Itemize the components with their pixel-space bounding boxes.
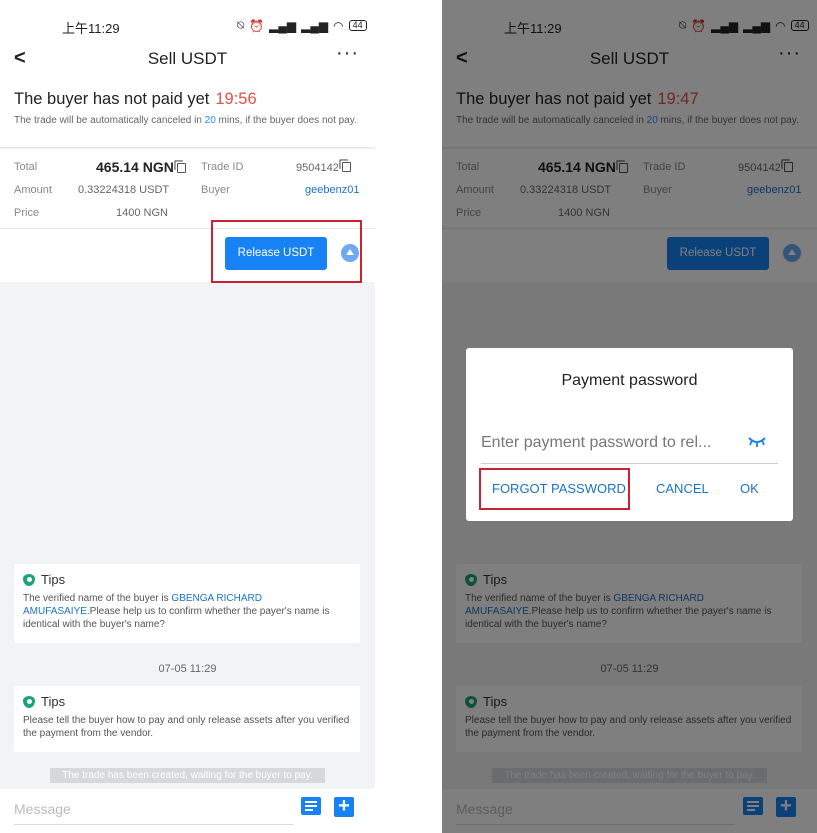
screen-after: 上午11:29 ⍉ ⏰ ▂▄▆ ▂▄▆ ◠ 44 < Sell USDT ···…: [442, 0, 817, 833]
total-value: 465.14 NGN: [96, 159, 174, 175]
price-label: Price: [14, 207, 40, 219]
ok-button[interactable]: OK: [740, 481, 759, 496]
status-time: 上午11:29: [62, 21, 120, 36]
buyer-label: Buyer: [201, 184, 230, 196]
copy-icon[interactable]: [176, 163, 186, 173]
message-bar: Message +: [0, 789, 375, 833]
total-label: Total: [14, 161, 38, 173]
status-bar: 上午11:29 ⍉ ⏰ ▂▄▆ ▂▄▆ ◠ 44: [0, 0, 375, 36]
tips-card-verified-name: Tips The verified name of the buyer is G…: [14, 564, 360, 643]
cancel-note-prefix: The trade will be automatically canceled…: [14, 115, 205, 126]
shield-icon: [23, 573, 35, 586]
tips-card-payment: Tips Please tell the buyer how to pay an…: [14, 686, 360, 752]
plus-icon[interactable]: +: [334, 796, 354, 817]
wifi-icon: ◠: [333, 18, 344, 33]
status-headline: The buyer has not paid yet 19:56: [14, 90, 257, 109]
trade-id-value: 9504142: [296, 162, 339, 174]
copy-icon[interactable]: [341, 162, 351, 172]
trade-id-field: 9504142: [296, 161, 351, 174]
system-message: The trade has been created, waiting for …: [50, 768, 325, 783]
tips-body: Please tell the buyer how to pay and onl…: [23, 715, 350, 739]
buyer-link[interactable]: geebenz01: [305, 184, 359, 196]
signal-icon: ▂▄▆: [269, 18, 297, 33]
tips-header: Tips: [23, 572, 351, 587]
total-field: 465.14 NGN: [96, 159, 186, 175]
order-status: The buyer has not paid yet 19:56 The trad…: [0, 80, 375, 148]
payment-password-dialog: Payment password Enter payment password …: [466, 348, 793, 521]
battery-icon: 44: [348, 20, 367, 31]
tips-title: Tips: [41, 694, 66, 709]
tips-title: Tips: [41, 572, 66, 587]
shield-icon: [23, 695, 35, 708]
forgot-highlight-box: [479, 468, 630, 510]
cancel-button[interactable]: CANCEL: [656, 481, 709, 496]
mute-icon: ⍉: [237, 18, 245, 32]
cancel-note-suffix: mins, if the buyer does not pay.: [215, 115, 357, 126]
cancel-minutes: 20: [204, 115, 216, 126]
status-text: The buyer has not paid yet: [14, 90, 210, 108]
amount-value: 0.33224318 USDT: [78, 184, 170, 196]
eye-closed-icon[interactable]: [748, 433, 766, 449]
tips-body: The verified name of the buyer is GBENGA…: [23, 592, 351, 631]
tips-body-prefix: The verified name of the buyer is: [23, 593, 172, 604]
nav-bar: < Sell USDT ···: [0, 36, 375, 80]
price-value: 1400 NGN: [116, 207, 168, 219]
trade-id-label: Trade ID: [201, 161, 244, 173]
amount-label: Amount: [14, 184, 52, 196]
chat-date: 07-05 11:29: [158, 663, 217, 675]
cancel-note: The trade will be automatically canceled…: [14, 114, 359, 127]
dialog-title: Payment password: [561, 372, 698, 389]
message-input[interactable]: Message: [14, 795, 293, 825]
release-highlight-box: [211, 220, 362, 283]
page-title: Sell USDT: [147, 49, 228, 68]
payment-password-input[interactable]: Enter payment password to rel...: [481, 426, 778, 464]
more-button[interactable]: ···: [336, 42, 359, 65]
tips-header: Tips: [23, 694, 351, 709]
signal-icon: ▂▄▆: [301, 18, 329, 33]
screen-before: 上午11:29 ⍉ ⏰ ▂▄▆ ▂▄▆ ◠ 44 < Sell USDT ···…: [0, 0, 375, 833]
order-info: Total 465.14 NGN Amount 0.33224318 USDT …: [0, 149, 375, 229]
alarm-icon: ⏰: [249, 18, 265, 33]
status-icons: ⍉ ⏰ ▂▄▆ ▂▄▆ ◠ 44: [237, 18, 367, 33]
countdown-timer: 19:56: [215, 90, 257, 108]
list-icon[interactable]: [301, 797, 321, 815]
